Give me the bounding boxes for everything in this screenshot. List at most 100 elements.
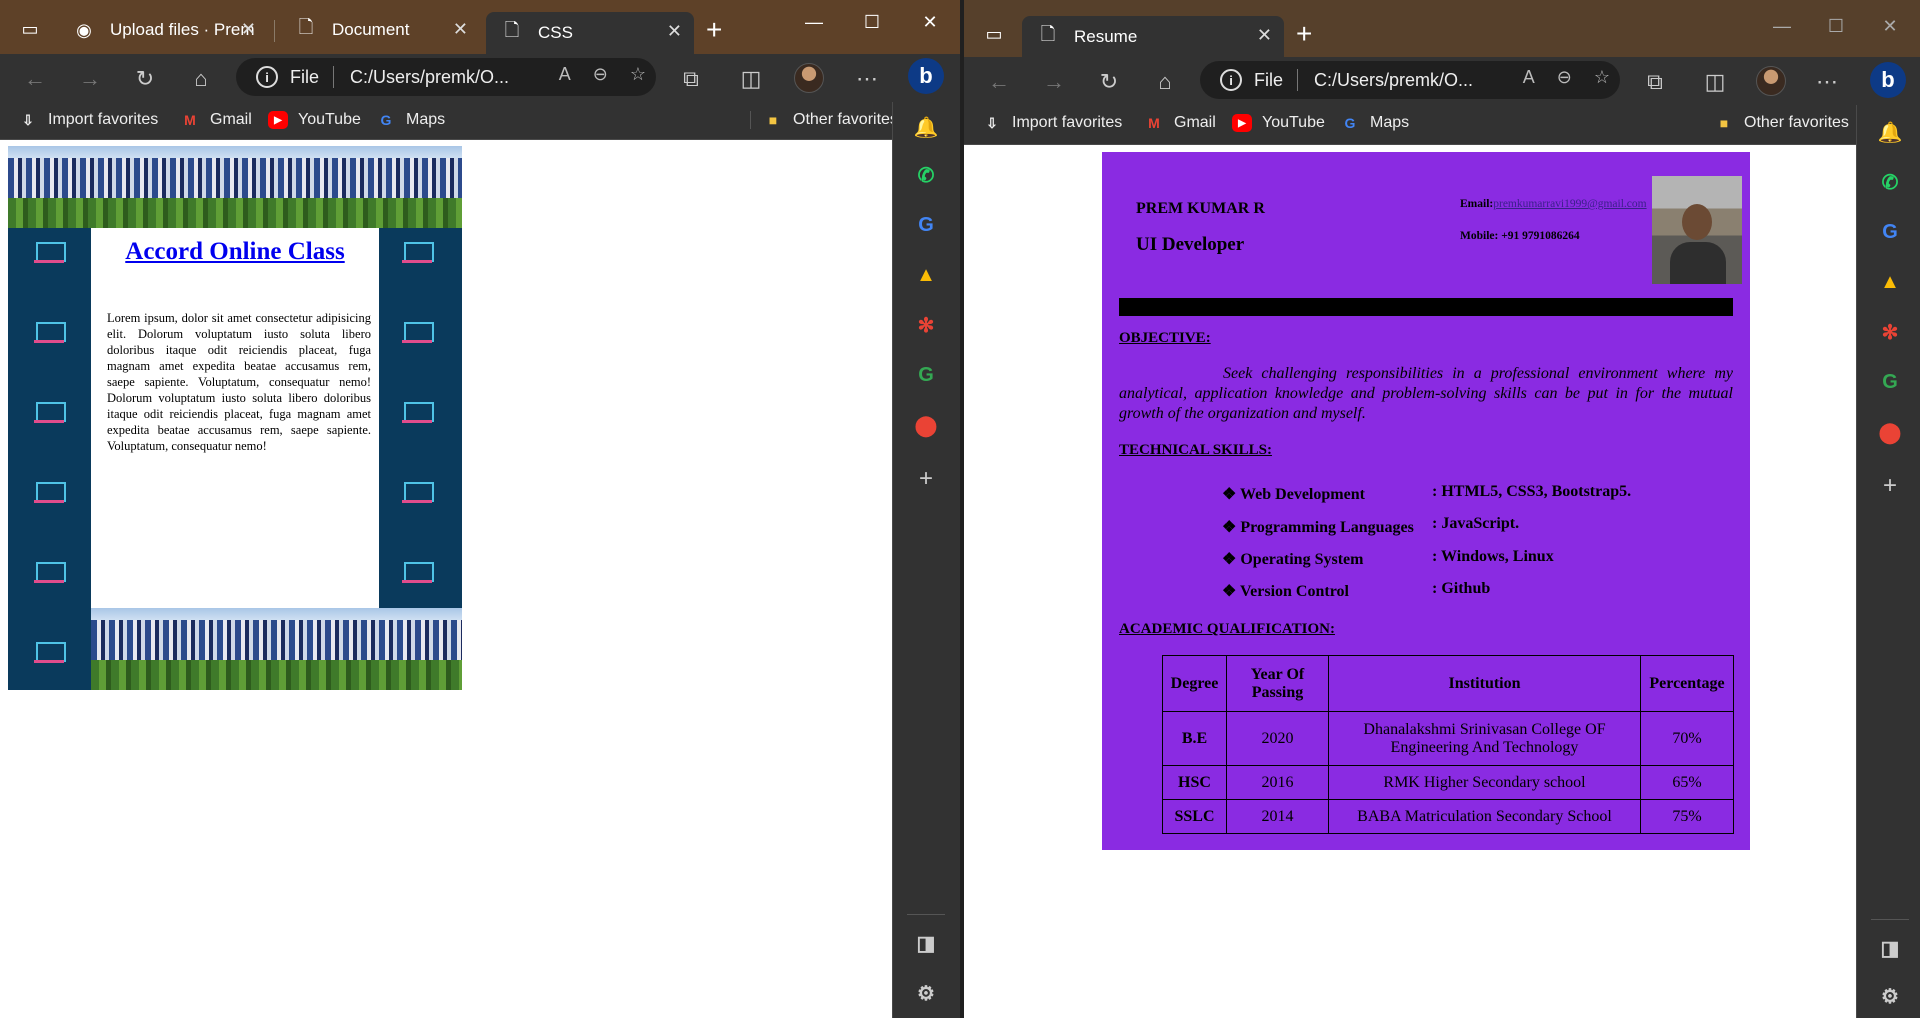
resume-card: PREM KUMAR R UI Developer Email:premkuma… <box>1102 152 1750 850</box>
settings-gear-icon[interactable]: ⚙ <box>1875 981 1905 1011</box>
tab-bar: ▭ ◉ Upload files · Prem ✕ 🗋 Document ✕ 🗋… <box>0 0 960 54</box>
extensions-icon[interactable]: ⧉ <box>1640 67 1670 97</box>
split-screen-icon[interactable]: ◫ <box>736 64 766 94</box>
google-drive-icon[interactable]: ▲ <box>911 260 941 290</box>
settings-gear-icon[interactable]: ⚙ <box>911 978 941 1008</box>
table-cell: 2016 <box>1226 765 1329 800</box>
profile-avatar[interactable] <box>1756 66 1786 96</box>
home-icon[interactable]: ⌂ <box>1150 67 1180 97</box>
page-icon: 🗋 <box>1040 23 1056 44</box>
table-cell: 65% <box>1640 765 1734 800</box>
new-tab-button[interactable]: + <box>706 14 722 46</box>
close-window-button[interactable]: ✕ <box>1870 16 1910 37</box>
fav-gmail[interactable]: M Gmail <box>180 111 252 129</box>
google-icon[interactable]: G <box>1875 217 1905 247</box>
skill-label: ❖ Web Development <box>1222 486 1365 503</box>
edge-sidebar: 🔔 ✆ G ▲ ✻ G ⬤ + ◨ ⚙ <box>892 102 960 1018</box>
forward-icon[interactable]: → <box>1039 67 1069 97</box>
minimize-button[interactable]: — <box>1762 16 1802 37</box>
fav-other-folder[interactable]: ■ Other favorites <box>750 111 898 129</box>
google-icon[interactable]: G <box>1875 367 1905 397</box>
tab-resume[interactable]: 🗋 Resume ✕ <box>1022 16 1284 57</box>
read-aloud-icon[interactable]: A <box>1523 67 1535 88</box>
favorite-star-icon[interactable]: ☆ <box>630 64 646 85</box>
google-photos-icon[interactable]: ✻ <box>1875 317 1905 347</box>
monitor-icon <box>32 318 68 346</box>
address-bar[interactable]: i File C:/Users/premk/O... A ⊖ ☆ <box>1200 61 1620 99</box>
bell-icon[interactable]: 🔔 <box>911 112 941 142</box>
close-icon[interactable]: ✕ <box>241 19 256 40</box>
refresh-icon[interactable]: ↻ <box>1094 67 1124 97</box>
maximize-button[interactable]: ☐ <box>1816 16 1856 37</box>
google-icon[interactable]: G <box>911 210 941 240</box>
google-icon[interactable]: G <box>911 360 941 390</box>
close-window-button[interactable]: ✕ <box>910 12 950 33</box>
fav-import[interactable]: ⇩ Import favorites <box>18 111 158 129</box>
bell-icon[interactable]: 🔔 <box>1875 117 1905 147</box>
skills-heading: TECHNICAL SKILLS: <box>1119 442 1272 458</box>
zoom-out-icon[interactable]: ⊖ <box>593 64 608 85</box>
table-cell: B.E <box>1162 711 1227 766</box>
fav-import[interactable]: ⇩ Import favorites <box>982 114 1122 132</box>
refresh-icon[interactable]: ↻ <box>130 64 160 94</box>
fav-maps[interactable]: G Maps <box>376 111 446 129</box>
google-photos-icon[interactable]: ✻ <box>911 310 941 340</box>
google-maps-icon[interactable]: ⬤ <box>1875 417 1905 447</box>
close-icon[interactable]: ✕ <box>453 19 468 40</box>
objective-text: Seek challenging responsibilities in a p… <box>1119 365 1733 422</box>
tab-actions-icon[interactable]: ▭ <box>980 20 1008 48</box>
extensions-icon[interactable]: ⧉ <box>676 64 706 94</box>
more-icon[interactable]: ⋯ <box>1812 67 1842 97</box>
add-icon[interactable]: + <box>1875 471 1905 501</box>
favorites-bar: ⇩ Import favorites M Gmail ▶ YouTube G Maps … <box>0 102 960 140</box>
table-header: Year Of Passing <box>1226 655 1329 712</box>
minimize-button[interactable]: — <box>794 12 834 33</box>
bing-copilot-icon[interactable]: b <box>908 58 944 94</box>
fav-youtube[interactable]: ▶ YouTube <box>1232 114 1325 132</box>
whatsapp-icon[interactable]: ✆ <box>911 160 941 190</box>
info-icon[interactable]: i <box>1220 69 1242 91</box>
table-cell: 75% <box>1640 799 1734 834</box>
email-link[interactable]: premkumarravi1999@gmail.com <box>1493 198 1646 210</box>
info-icon[interactable]: i <box>256 66 278 88</box>
skill-label: ❖ Version Control <box>1222 583 1349 600</box>
read-aloud-icon[interactable]: A <box>559 64 571 85</box>
page-title-link[interactable]: Accord Online Class <box>91 238 379 266</box>
tab-css[interactable]: 🗋 CSS ✕ <box>486 12 694 54</box>
google-drive-icon[interactable]: ▲ <box>1875 267 1905 297</box>
google-icon: G <box>1344 115 1356 131</box>
add-icon[interactable]: + <box>911 464 941 494</box>
fav-gmail[interactable]: M Gmail <box>1144 114 1216 132</box>
back-icon[interactable]: ← <box>984 67 1014 97</box>
home-icon[interactable]: ⌂ <box>186 64 216 94</box>
zoom-out-icon[interactable]: ⊖ <box>1557 67 1572 88</box>
monitor-icon <box>400 558 436 586</box>
close-icon[interactable]: ✕ <box>667 21 682 42</box>
tab-actions-icon[interactable]: ▭ <box>16 15 44 43</box>
forward-icon[interactable]: → <box>75 64 105 94</box>
fav-maps[interactable]: G Maps <box>1340 114 1410 132</box>
profile-avatar[interactable] <box>794 63 824 93</box>
maximize-button[interactable]: ☐ <box>852 12 892 33</box>
page-viewport: Accord Online Class Lorem ipsum, dolor s… <box>0 140 892 1018</box>
tab-document[interactable]: 🗋 Document ✕ <box>280 10 480 50</box>
more-icon[interactable]: ⋯ <box>852 64 882 94</box>
lorem-paragraph: Lorem ipsum, dolor sit amet consectetur … <box>107 311 371 453</box>
google-maps-icon[interactable]: ⬤ <box>911 410 941 440</box>
split-screen-icon[interactable]: ◫ <box>1700 67 1730 97</box>
favorite-star-icon[interactable]: ☆ <box>1594 67 1610 88</box>
academic-heading: ACADEMIC QUALIFICATION: <box>1119 621 1335 637</box>
address-bar[interactable]: i File C:/Users/premk/O... A ⊖ ☆ <box>236 58 656 96</box>
tab-upload-files[interactable]: ◉ Upload files · Prem ✕ <box>58 10 268 50</box>
new-tab-button[interactable]: + <box>1296 18 1312 50</box>
close-icon[interactable]: ✕ <box>1257 25 1272 46</box>
sidebar-toggle-icon[interactable]: ◨ <box>911 928 941 958</box>
monitor-icon <box>32 238 68 266</box>
bing-copilot-icon[interactable]: b <box>1870 62 1906 98</box>
fav-youtube[interactable]: ▶ YouTube <box>268 111 361 129</box>
fav-other-folder[interactable]: ■ Other favorites <box>1714 114 1849 132</box>
css-page-frame: Accord Online Class Lorem ipsum, dolor s… <box>8 146 462 690</box>
whatsapp-icon[interactable]: ✆ <box>1875 167 1905 197</box>
sidebar-toggle-icon[interactable]: ◨ <box>1875 933 1905 963</box>
back-icon[interactable]: ← <box>20 64 50 94</box>
